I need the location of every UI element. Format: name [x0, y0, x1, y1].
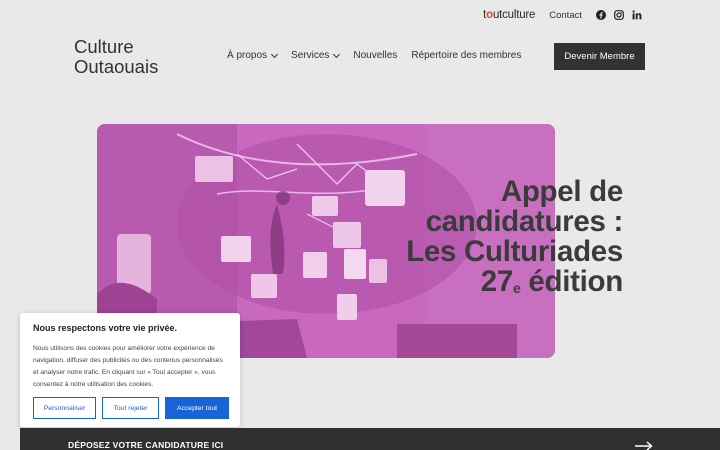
facebook-icon[interactable] — [596, 10, 606, 20]
top-utility-bar: t o utculture Contact — [483, 6, 642, 24]
nav-item-label: À propos — [227, 50, 268, 61]
apply-banner[interactable]: DÉPOSEZ VOTRE CANDIDATURE ICI — [20, 428, 720, 450]
nav-item-nouvelles[interactable]: Nouvelles — [353, 50, 397, 61]
chevron-down-icon — [270, 50, 279, 58]
nav-item-label: Nouvelles — [353, 50, 398, 61]
instagram-icon[interactable] — [614, 10, 624, 20]
social-links — [596, 10, 642, 20]
hero-headline-line-4: 27e édition — [406, 265, 624, 303]
customize-button[interactable]: Personnaliser — [33, 397, 96, 419]
reject-all-button[interactable]: Tout rejeter — [102, 397, 159, 419]
nav-item-label: Répertoire des membres — [411, 50, 522, 61]
toutculture-logo[interactable]: t o utculture — [483, 9, 535, 21]
linkedin-icon[interactable] — [632, 10, 642, 20]
arrow-right-icon — [635, 438, 653, 450]
nav-item-label: Services — [291, 50, 330, 61]
logo-text-accent: o — [486, 9, 493, 21]
site-logo-line-1: Culture — [74, 36, 134, 57]
become-member-button[interactable]: Devenir Membre — [554, 43, 645, 70]
cookie-dialog-title: Nous respectons votre vie privée. — [33, 323, 178, 333]
edition-word: édition — [520, 265, 623, 298]
site-logo-line-2: Outaouais — [74, 56, 159, 77]
edition-number: 27 — [480, 265, 514, 298]
accept-all-button[interactable]: Accepter tout — [165, 397, 229, 419]
nav-item-repertoire[interactable]: Répertoire des membres — [411, 50, 521, 61]
nav-item-a-propos[interactable]: À propos — [227, 50, 279, 61]
hero-headline: Appel de candidatures : Les Culturiades … — [406, 177, 623, 303]
chevron-down-icon — [333, 50, 341, 58]
hero-headline-line-1: Appel de — [500, 175, 623, 208]
hero-headline-line-3: Les Culturiades — [406, 235, 623, 268]
logo-text-rest: utculture — [492, 9, 536, 21]
edition-suffix: e — [513, 280, 521, 296]
contact-link[interactable]: Contact — [549, 10, 582, 21]
nav-item-services[interactable]: Services — [291, 50, 341, 61]
site-logo[interactable]: Culture Outaouais — [74, 37, 158, 77]
cookie-dialog-buttons: Personnaliser Tout rejeter Accepter tout — [33, 397, 229, 419]
hero-headline-line-2: candidatures : — [425, 205, 624, 238]
main-navigation: À propos Services Nouvelles Répertoire d… — [227, 50, 521, 61]
cookie-dialog-text: Nous utilisons des cookies pour améliore… — [33, 345, 223, 388]
cookie-consent-dialog: Nous respectons votre vie privée. Nous u… — [20, 313, 240, 427]
apply-banner-label: DÉPOSEZ VOTRE CANDIDATURE ICI — [68, 440, 224, 450]
